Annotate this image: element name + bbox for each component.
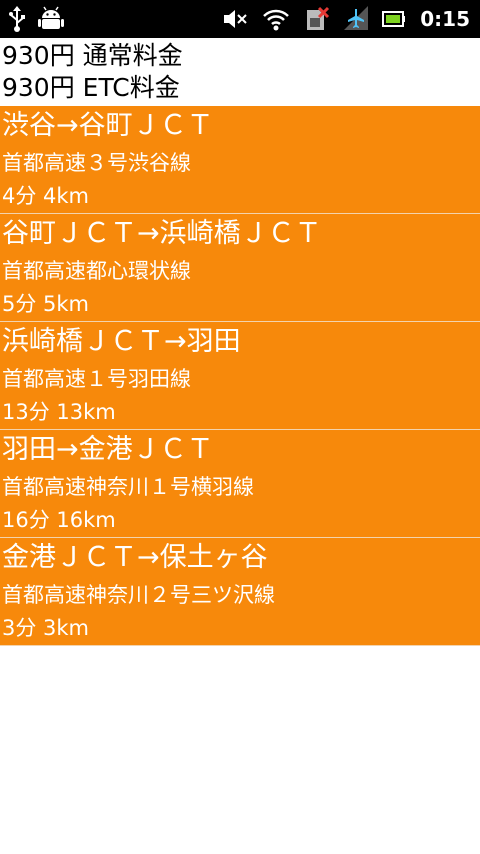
route-time-distance: 4分 4km (2, 184, 90, 208)
status-bar: 0:15 (0, 0, 480, 38)
fare-summary: 930円 通常料金 930円 ETC料金 (2, 40, 478, 104)
notification-icons (8, 6, 64, 32)
route-segment: 渋谷→谷町ＪＣＴ (2, 110, 214, 141)
wifi-icon (262, 6, 290, 32)
route-list: 渋谷→谷町ＪＣＴ 首都高速３号渋谷線 4分 4km 谷町ＪＣＴ→浜崎橋ＪＣＴ 首… (0, 106, 480, 646)
route-road-name: 首都高速３号渋谷線 (2, 151, 191, 175)
mute-icon (222, 6, 248, 32)
route-road-name: 首都高速１号羽田線 (2, 367, 191, 391)
route-item[interactable]: 浜崎橋ＪＣＴ→羽田 首都高速１号羽田線 13分 13km (0, 322, 480, 430)
route-item[interactable]: 羽田→金港ＪＣＴ 首都高速神奈川１号横羽線 16分 16km (0, 430, 480, 538)
etc-fare: 930円 ETC料金 (2, 73, 180, 102)
clock: 0:15 (420, 7, 470, 31)
route-road-name: 首都高速神奈川２号三ツ沢線 (2, 583, 275, 607)
battery-icon (382, 6, 406, 32)
route-segment: 羽田→金港ＪＣＴ (2, 434, 214, 465)
route-item[interactable]: 谷町ＪＣＴ→浜崎橋ＪＣＴ 首都高速都心環状線 5分 5km (0, 214, 480, 322)
route-item[interactable]: 渋谷→谷町ＪＣＴ 首都高速３号渋谷線 4分 4km (0, 106, 480, 214)
route-time-distance: 3分 3km (2, 616, 90, 640)
route-time-distance: 13分 13km (2, 400, 116, 424)
normal-fare: 930円 通常料金 (2, 41, 183, 70)
system-icons: 0:15 (222, 4, 470, 34)
route-road-name: 首都高速都心環状線 (2, 259, 191, 283)
usb-icon (8, 6, 26, 32)
android-debug-icon (38, 6, 64, 32)
route-segment: 金港ＪＣＴ→保土ヶ谷 (2, 542, 268, 573)
route-road-name: 首都高速神奈川１号横羽線 (2, 475, 254, 499)
route-item[interactable]: 金港ＪＣＴ→保土ヶ谷 首都高速神奈川２号三ツ沢線 3分 3km (0, 538, 480, 646)
route-segment: 谷町ＪＣＴ→浜崎橋ＪＣＴ (2, 218, 322, 249)
sim-error-icon (304, 6, 330, 32)
route-segment: 浜崎橋ＪＣＴ→羽田 (2, 326, 241, 357)
signal-airplane-icon (344, 6, 369, 32)
route-time-distance: 5分 5km (2, 292, 90, 316)
route-time-distance: 16分 16km (2, 508, 116, 532)
